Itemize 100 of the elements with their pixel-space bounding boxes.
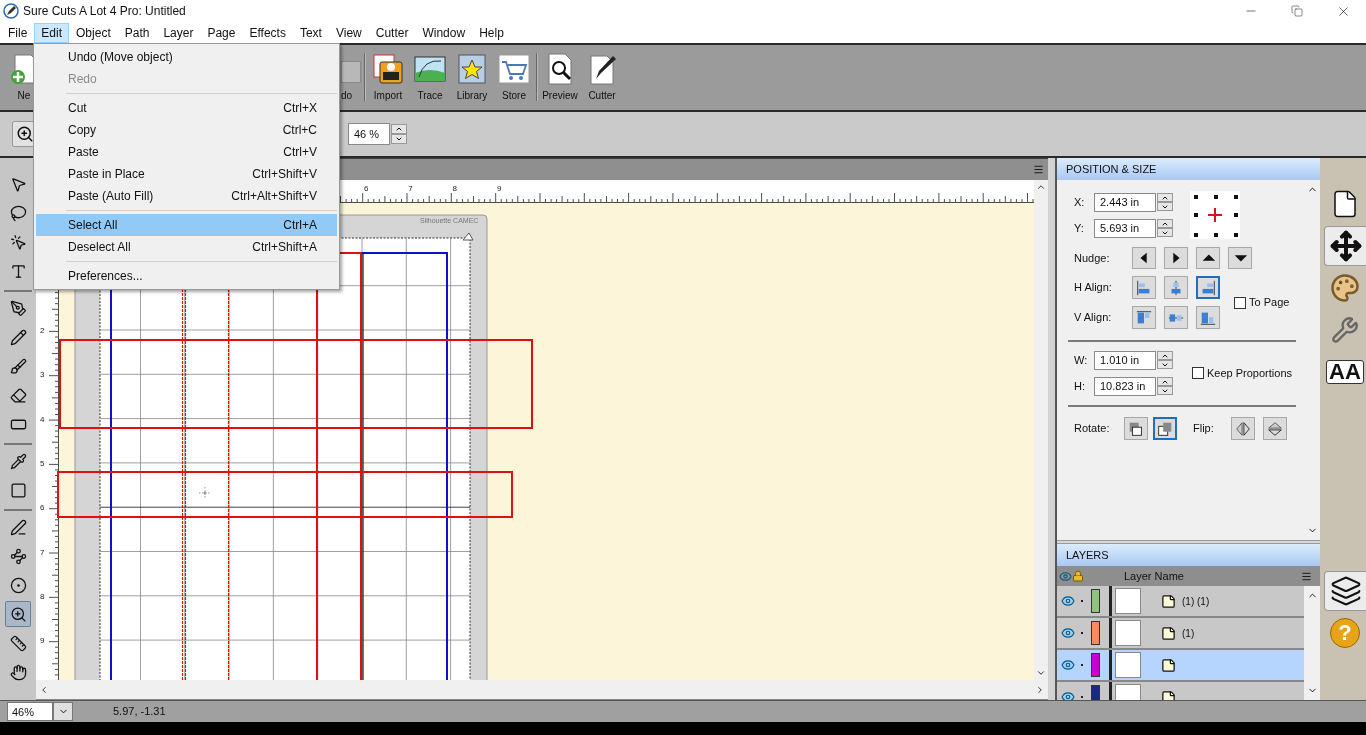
menu-item[interactable]: Undo (Move object) [36,46,337,68]
spin-down-button[interactable] [391,134,407,144]
zoom-select[interactable]: 46% [7,702,53,721]
layer-row[interactable]: (1) (1) [1057,586,1304,618]
align-button[interactable] [1132,306,1156,329]
visibility-icon[interactable] [1061,658,1075,672]
rotate-button[interactable] [1153,417,1177,440]
toolbar-button[interactable]: Store [493,53,535,103]
checkbox[interactable] [1192,367,1204,379]
toolbar-button[interactable]: Trace [409,53,451,103]
nudge-button[interactable] [1196,247,1220,269]
lasso-icon [9,204,27,222]
menu-item[interactable]: Paste Ctrl+V [36,141,337,163]
visibility-icon[interactable] [1061,626,1075,640]
spin-up-button[interactable] [1157,219,1173,228]
menu-bar-item[interactable]: Path [117,22,157,43]
checkbox-label: Keep Proportions [1207,365,1292,381]
spin-up-button[interactable] [391,124,407,134]
zoom-in-icon [16,125,34,143]
align-button[interactable] [1132,276,1156,299]
ruler-label: 6 [364,184,369,193]
dropdown-button[interactable] [53,702,73,721]
side-tab[interactable] [1324,226,1366,266]
menu-bar-item[interactable]: Effects [242,22,293,43]
horizontal-scrollbar[interactable] [36,680,1048,700]
menu-item[interactable]: Cut Ctrl+X [36,97,337,119]
number-field[interactable]: 2.443 in [1094,192,1156,212]
menu-item[interactable]: Copy Ctrl+C [36,119,337,141]
menu-bar-item[interactable]: Object [69,22,118,43]
menu-bar-item[interactable]: Text [292,22,329,43]
toolbar-button[interactable]: Import [367,53,409,103]
spin-down-button[interactable] [1157,360,1173,369]
menu-bar-item[interactable]: Layer [156,22,201,43]
ruler-label: 6 [40,503,45,513]
menu-bar-item[interactable]: Help [472,22,511,43]
layer-color-swatch[interactable] [1091,653,1100,677]
spin-down-button[interactable] [1157,228,1173,237]
align-button[interactable] [1196,276,1220,299]
layer-row[interactable] [1057,650,1304,682]
align-button[interactable] [1164,306,1188,329]
menu-bar-item[interactable]: Edit [34,22,70,43]
toolbar-button[interactable]: Cutter [581,53,623,103]
side-tab[interactable] [1324,571,1366,611]
toolbar-button[interactable]: Preview [539,53,581,103]
visibility-icon[interactable] [1061,594,1075,608]
help-glyph: ? [1330,618,1360,648]
panel-splitter[interactable] [1048,158,1057,700]
flip-button[interactable] [1263,417,1287,440]
toolbar-button[interactable]: do [341,53,363,103]
vertical-scrollbar[interactable] [1034,180,1048,680]
toolbar-button[interactable]: Library [451,53,493,103]
align-button[interactable] [1196,306,1220,329]
up-caret-icon [395,125,403,133]
column-menu-icon [1301,570,1312,582]
field-label: X: [1074,194,1086,210]
nudge-button[interactable] [1164,247,1188,269]
field-label: Rotate: [1074,421,1111,437]
menu-bar-item[interactable]: Window [415,22,473,43]
spin-up-button[interactable] [1157,193,1173,202]
menu-bar-item[interactable]: View [328,22,369,43]
menu-item[interactable]: Preferences... [36,265,337,287]
visibility-icon[interactable] [1061,690,1075,700]
flip-button[interactable] [1231,417,1255,440]
menu-item[interactable]: Select All Ctrl+A [36,214,337,236]
ruler-label: 8 [40,591,45,601]
menu-item[interactable]: Paste (Auto Fill) Ctrl+Alt+Shift+V [36,185,337,207]
scroll-down-icon [1036,668,1046,678]
number-field[interactable]: 10.823 in [1094,376,1156,396]
palette-icon [1330,273,1360,303]
flip-icon [1266,419,1284,438]
rotate-button[interactable] [1124,417,1148,440]
zoom-field[interactable]: 46 % [348,123,390,145]
spin-down-button[interactable] [1157,202,1173,211]
pointer-icon [9,175,27,193]
ruler-label: 4 [40,414,45,424]
spin-up-button[interactable] [1157,351,1173,360]
spin-up-button[interactable] [1157,377,1173,386]
layer-thumbnail [1115,588,1141,614]
tool-button[interactable] [5,601,31,627]
side-tab[interactable]: AA [1324,352,1366,392]
number-field[interactable]: 5.693 in [1094,218,1156,238]
checkbox-label: To Page [1249,295,1290,311]
reference-point-icon[interactable] [1190,191,1240,239]
layer-row[interactable]: (1) [1057,618,1304,650]
number-field[interactable]: 1.010 in [1094,350,1156,370]
spin-down-button[interactable] [1157,386,1173,395]
layer-color-swatch[interactable] [1091,589,1100,613]
center-point-icon [198,486,212,500]
wrench-icon [1331,316,1359,344]
layer-color-swatch[interactable] [1091,621,1100,645]
align-button[interactable] [1164,276,1188,299]
layer-note-icon [1161,657,1176,673]
scroll-left-icon [39,684,49,695]
menu-bar-item[interactable]: File [1,22,35,43]
menu-item[interactable]: Deselect All Ctrl+Shift+A [36,236,337,258]
nudge-button[interactable] [1132,247,1156,269]
menu-bar-item[interactable]: Page [200,22,243,43]
nudge-button[interactable] [1228,247,1252,269]
menu-bar-item[interactable]: Cutter [368,22,416,43]
checkbox[interactable] [1234,296,1246,309]
